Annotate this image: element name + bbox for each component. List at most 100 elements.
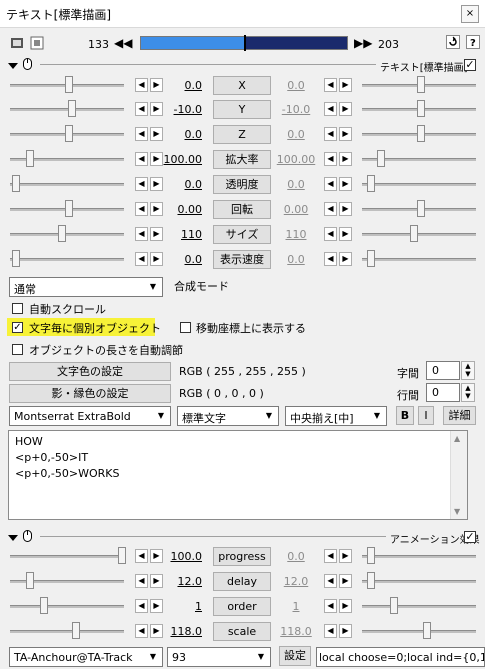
param-value[interactable]: 0.0 [162,178,203,191]
param-end-value[interactable]: 110 [276,228,316,241]
decrement-icon[interactable]: ◀ [135,102,148,116]
param-end-value[interactable]: 0.0 [276,550,316,563]
slider-thumb[interactable] [417,76,425,93]
param-end-value[interactable]: 0.0 [276,79,316,92]
decrement-icon[interactable]: ◀ [324,549,337,563]
italic-button[interactable]: I [418,406,434,425]
increment-icon[interactable]: ▶ [339,624,352,638]
param-end-value[interactable]: 0.0 [276,178,316,191]
decrement-icon[interactable]: ◀ [324,78,337,92]
slider-track[interactable] [10,183,124,186]
slider-thumb[interactable] [12,175,20,192]
param-name-button[interactable]: 透明度 [213,175,271,194]
text-scrollbar[interactable]: ▲ ▼ [450,431,467,519]
slider-thumb[interactable] [417,125,425,142]
slider-thumb[interactable] [118,547,126,564]
slider-thumb[interactable] [423,622,431,639]
decrement-icon[interactable]: ◀ [324,624,337,638]
param-value[interactable]: 118.0 [162,625,203,638]
decrement-icon[interactable]: ◀ [324,599,337,613]
auto-length-checkbox[interactable] [12,344,23,355]
param-value[interactable]: 0.0 [162,253,203,266]
param-end-value[interactable]: 118.0 [276,625,316,638]
decrement-icon[interactable]: ◀ [135,549,148,563]
param-value[interactable]: -10.0 [162,103,202,116]
param-value[interactable]: 1 [162,600,202,613]
slider-thumb[interactable] [417,100,425,117]
slider-track[interactable] [10,108,124,111]
detail-button[interactable]: 詳細 [443,406,476,425]
code-input[interactable]: local choose=0;local ind={0,1,2, [316,647,485,667]
param-end-value[interactable]: 0.0 [276,253,316,266]
refresh-icon[interactable] [446,35,460,49]
slider-thumb[interactable] [65,76,73,93]
line-spacing-input[interactable]: 0 [426,383,460,402]
slider-track[interactable] [362,555,476,558]
increment-icon[interactable]: ▶ [339,102,352,116]
slider-thumb[interactable] [26,150,34,167]
slider-track[interactable] [10,233,124,236]
slider-track[interactable] [10,555,124,558]
slider-track[interactable] [362,580,476,583]
slider-thumb[interactable] [68,100,76,117]
slider-track[interactable] [362,183,476,186]
slider-track[interactable] [10,630,124,633]
text-color-button[interactable]: 文字色の設定 [9,362,171,381]
bold-button[interactable]: B [396,406,414,425]
increment-icon[interactable]: ▶ [339,78,352,92]
param-value[interactable]: 0.0 [162,79,203,92]
line-spacing-stepper[interactable]: ▲ ▼ [461,383,475,402]
param-name-button[interactable]: 回転 [213,200,271,219]
shadow-color-button[interactable]: 影・縁色の設定 [9,384,171,403]
decrement-icon[interactable]: ◀ [324,227,337,241]
decrement-icon[interactable]: ◀ [324,202,337,216]
increment-icon[interactable]: ▶ [339,574,352,588]
param-name-button[interactable]: progress [213,547,271,566]
slider-thumb[interactable] [367,572,375,589]
param-end-value[interactable]: 1 [276,600,316,613]
char-spacing-input[interactable]: 0 [426,361,460,380]
decrement-icon[interactable]: ◀ [324,127,337,141]
increment-icon[interactable]: ▶ [339,202,352,216]
param-name-button[interactable]: Z [213,125,271,144]
slider-thumb[interactable] [367,175,375,192]
next-frame-icon[interactable]: ▶▶ [354,36,372,50]
slider-thumb[interactable] [72,622,80,639]
increment-icon[interactable]: ▶ [339,549,352,563]
increment-icon[interactable]: ▶ [339,152,352,166]
slider-thumb[interactable] [65,125,73,142]
param-name-button[interactable]: 表示速度 [213,250,271,269]
slider-track[interactable] [362,258,476,261]
font-style-select[interactable]: 標準文字 ▼ [177,406,279,426]
decrement-icon[interactable]: ◀ [135,227,148,241]
slider-thumb[interactable] [367,547,375,564]
param-name-button[interactable]: サイズ [213,225,271,244]
decrement-icon[interactable]: ◀ [135,252,148,266]
param-end-value[interactable]: 12.0 [276,575,316,588]
decrement-icon[interactable]: ◀ [135,152,148,166]
slider-thumb[interactable] [367,250,375,267]
slider-track[interactable] [362,233,476,236]
help-icon[interactable]: ? [466,35,480,49]
param-name-button[interactable]: X [213,76,271,95]
slider-thumb[interactable] [26,572,34,589]
param-end-value[interactable]: -10.0 [276,103,316,116]
slider-track[interactable] [362,605,476,608]
slider-thumb[interactable] [417,200,425,217]
timeline-track[interactable] [140,35,348,51]
decrement-icon[interactable]: ◀ [324,102,337,116]
script-select[interactable]: TA-Anchour@TA-Track ▼ [9,647,163,667]
scroll-down-icon[interactable]: ▼ [454,507,460,516]
decrement-icon[interactable]: ◀ [135,624,148,638]
slider-track[interactable] [10,605,124,608]
param-name-button[interactable]: delay [213,572,271,591]
timeline-marker[interactable] [244,35,246,51]
collapse-arrow-icon[interactable] [8,532,18,541]
param-name-button[interactable]: scale [213,622,271,641]
increment-icon[interactable]: ▶ [339,127,352,141]
decrement-icon[interactable]: ◀ [324,177,337,191]
auto-scroll-checkbox[interactable] [12,303,23,314]
increment-icon[interactable]: ▶ [339,227,352,241]
slider-track[interactable] [10,258,124,261]
align-select[interactable]: 中央揃え[中] ▼ [285,406,387,426]
